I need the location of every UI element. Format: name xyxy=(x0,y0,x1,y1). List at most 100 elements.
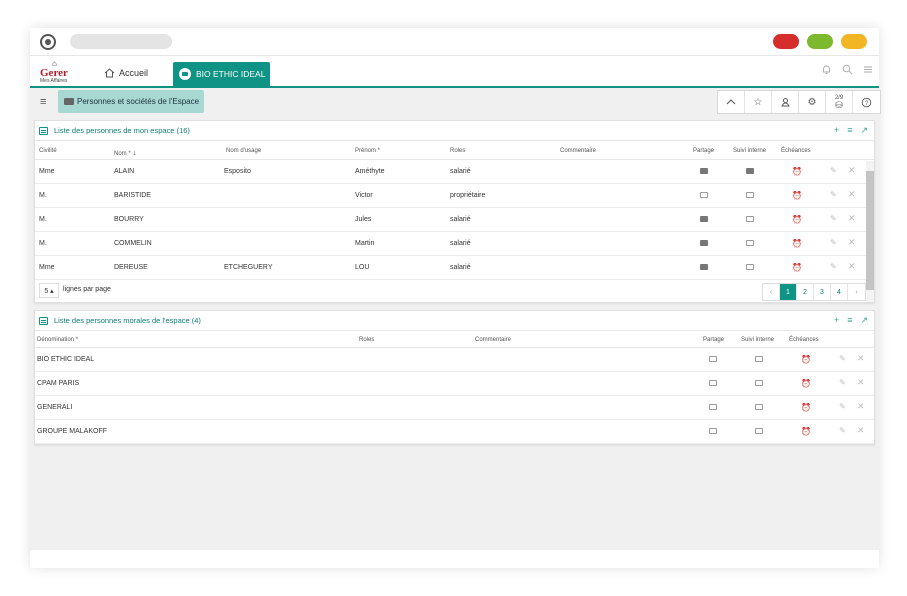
followup-folder-icon[interactable] xyxy=(746,192,754,198)
tab-home[interactable]: Accueil xyxy=(104,64,148,82)
edit-icon[interactable]: ✎ xyxy=(830,214,837,223)
col-echeances[interactable]: Échéances xyxy=(781,148,811,154)
add-icon[interactable]: + xyxy=(834,125,839,136)
delete-icon[interactable]: ✕ xyxy=(848,261,856,272)
chevron-up-icon[interactable] xyxy=(718,91,745,113)
alarm-clock-icon[interactable]: ⏰ xyxy=(801,427,811,436)
edit-icon[interactable]: ✎ xyxy=(839,426,846,435)
help-icon[interactable]: ? xyxy=(853,91,880,113)
share-folder-icon[interactable] xyxy=(700,192,708,198)
window-close-button[interactable] xyxy=(773,34,799,49)
col-roles[interactable]: Roles xyxy=(359,337,374,343)
table-row[interactable]: Mme DEREUSE ETCHEGUERY LOU salarié ⏰ ✎ ✕ xyxy=(35,256,874,280)
share-folder-icon[interactable] xyxy=(700,264,708,270)
per-page-select[interactable]: 5 ▴ xyxy=(39,283,59,298)
filter-icon[interactable]: ≡ xyxy=(847,315,852,326)
col-commentaire[interactable]: Commentaire xyxy=(560,148,596,154)
page-button[interactable]: 3 xyxy=(814,284,831,300)
address-bar[interactable] xyxy=(70,34,172,49)
col-partage[interactable]: Partage xyxy=(703,337,724,343)
coins-icon[interactable]: 2/9 ⛁ xyxy=(826,91,853,113)
delete-icon[interactable]: ✕ xyxy=(857,377,865,388)
edit-icon[interactable]: ✎ xyxy=(839,378,846,387)
delete-icon[interactable]: ✕ xyxy=(848,213,856,224)
share-folder-icon[interactable] xyxy=(700,216,708,222)
delete-icon[interactable]: ✕ xyxy=(857,425,865,436)
star-icon[interactable]: ☆ xyxy=(745,91,772,113)
breadcrumb[interactable]: Personnes et sociétés de l'Espace xyxy=(58,90,204,113)
expand-icon[interactable]: ↗ xyxy=(860,315,868,326)
edit-icon[interactable]: ✎ xyxy=(839,354,846,363)
share-folder-icon[interactable] xyxy=(709,428,717,434)
next-page-button[interactable]: › xyxy=(848,284,865,300)
edit-icon[interactable]: ✎ xyxy=(830,190,837,199)
edit-icon[interactable]: ✎ xyxy=(830,238,837,247)
col-suivi[interactable]: Suivi interne xyxy=(733,148,766,154)
delete-icon[interactable]: ✕ xyxy=(857,401,865,412)
table-row[interactable]: M. BOURRY Jules salarié ⏰ ✎ ✕ xyxy=(35,208,874,232)
followup-folder-icon[interactable] xyxy=(746,216,754,222)
alarm-clock-icon[interactable]: ⏰ xyxy=(792,191,802,200)
edit-icon[interactable]: ✎ xyxy=(830,166,837,175)
alarm-clock-icon[interactable]: ⏰ xyxy=(792,167,802,176)
window-maximize-button[interactable] xyxy=(841,34,867,49)
settings-icon[interactable]: ⚙ xyxy=(799,91,826,113)
add-icon[interactable]: + xyxy=(834,315,839,326)
share-folder-icon[interactable] xyxy=(709,404,717,410)
expand-icon[interactable]: ↗ xyxy=(860,125,868,136)
page-button[interactable]: 1 xyxy=(780,284,797,300)
col-denomination[interactable]: Dénomination * xyxy=(37,337,78,343)
alarm-clock-icon[interactable]: ⏰ xyxy=(801,403,811,412)
col-civilite[interactable]: Civilité xyxy=(39,148,57,154)
delete-icon[interactable]: ✕ xyxy=(857,353,865,364)
user-card-icon[interactable] xyxy=(772,91,799,113)
col-commentaire[interactable]: Commentaire xyxy=(475,337,511,343)
followup-folder-icon[interactable] xyxy=(746,240,754,246)
window-minimize-button[interactable] xyxy=(807,34,833,49)
col-partage[interactable]: Partage xyxy=(693,148,714,154)
col-prenom[interactable]: Prénom * xyxy=(355,148,380,154)
alarm-clock-icon[interactable]: ⏰ xyxy=(801,355,811,364)
col-nom[interactable]: Nom * ↓ xyxy=(114,148,136,157)
col-suivi[interactable]: Suivi interne xyxy=(741,337,774,343)
share-folder-icon[interactable] xyxy=(700,240,708,246)
menu-icon[interactable] xyxy=(863,64,873,75)
edit-icon[interactable]: ✎ xyxy=(839,402,846,411)
followup-folder-icon[interactable] xyxy=(746,168,754,174)
page-button[interactable]: 2 xyxy=(797,284,814,300)
alarm-clock-icon[interactable]: ⏰ xyxy=(792,239,802,248)
hamburger-icon[interactable]: ≡ xyxy=(40,96,46,108)
filter-icon[interactable]: ≡ xyxy=(847,125,852,136)
col-nom-usage[interactable]: Nom d'usage xyxy=(226,148,261,154)
followup-folder-icon[interactable] xyxy=(755,380,763,386)
delete-icon[interactable]: ✕ xyxy=(848,165,856,176)
followup-folder-icon[interactable] xyxy=(746,264,754,270)
followup-folder-icon[interactable] xyxy=(755,404,763,410)
logo[interactable]: ⌂ Gerer Mes Affaires xyxy=(40,59,74,85)
followup-folder-icon[interactable] xyxy=(755,428,763,434)
delete-icon[interactable]: ✕ xyxy=(848,237,856,248)
search-icon[interactable] xyxy=(842,64,853,75)
followup-folder-icon[interactable] xyxy=(755,356,763,362)
prev-page-button[interactable]: ‹ xyxy=(763,284,780,300)
alarm-clock-icon[interactable]: ⏰ xyxy=(792,263,802,272)
page-button[interactable]: 4 xyxy=(831,284,848,300)
delete-icon[interactable]: ✕ xyxy=(848,189,856,200)
share-folder-icon[interactable] xyxy=(709,356,717,362)
bell-icon[interactable] xyxy=(821,64,832,75)
alarm-clock-icon[interactable]: ⏰ xyxy=(792,215,802,224)
col-roles[interactable]: Roles xyxy=(450,148,465,154)
tab-bio-ethic-ideal[interactable]: BIO ETHIC IDEAL xyxy=(173,62,270,86)
table-row[interactable]: GROUPE MALAKOFF ⏰ ✎ ✕ xyxy=(35,420,874,444)
browser-icon[interactable] xyxy=(40,34,56,50)
share-folder-icon[interactable] xyxy=(700,168,708,174)
table-row[interactable]: BIO ETHIC IDEAL ⏰ ✎ ✕ xyxy=(35,348,874,372)
table-row[interactable]: M. BARISTIDE Victor propriétaire ⏰ ✎ ✕ xyxy=(35,184,874,208)
scrollbar-thumb[interactable] xyxy=(866,171,874,290)
alarm-clock-icon[interactable]: ⏰ xyxy=(801,379,811,388)
share-folder-icon[interactable] xyxy=(709,380,717,386)
table-row[interactable]: Mme ALAIN Esposito Améthyte salarié ⏰ ✎ ✕ xyxy=(35,160,874,184)
table-row[interactable]: CPAM PARIS ⏰ ✎ ✕ xyxy=(35,372,874,396)
table-row[interactable]: GENERALI ⏰ ✎ ✕ xyxy=(35,396,874,420)
edit-icon[interactable]: ✎ xyxy=(830,262,837,271)
